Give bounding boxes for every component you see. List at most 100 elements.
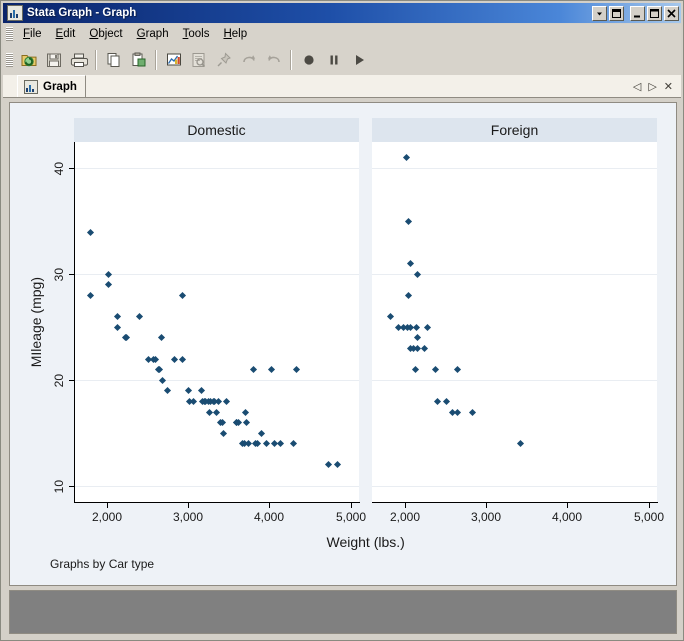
y-tick-label-40: 40 — [52, 161, 66, 175]
x-axis-line-0 — [74, 502, 360, 503]
graph-canvas-container[interactable]: Domestic 2,000 3,000 4,000 5,000 Foreign 2,000… — [9, 102, 677, 586]
x-axis-line-1 — [372, 502, 658, 503]
toolbar-grip[interactable] — [6, 52, 13, 67]
record-circle-icon — [303, 54, 314, 65]
toolbar-separator-3 — [290, 49, 292, 70]
stata-scatter-graph: Domestic 2,000 3,000 4,000 5,000 Foreign 2,000… — [10, 103, 676, 585]
plot-region-foreign — [372, 142, 657, 502]
x-tick-0-5000 — [351, 503, 352, 508]
gridline-y-30 — [74, 274, 359, 275]
copy-button[interactable] — [102, 48, 125, 71]
status-area — [9, 590, 677, 634]
toolbar — [3, 44, 681, 75]
paste-icon — [132, 52, 145, 66]
x-tick-0-2000 — [107, 503, 108, 508]
menu-edit[interactable]: Edit — [49, 26, 83, 42]
gridline-y-10 — [74, 486, 359, 487]
gridline-y-20 — [74, 380, 359, 381]
x-axis-title: Weight (lbs.) — [326, 534, 405, 550]
y-tick-40 — [69, 168, 74, 169]
title-bar: Stata Graph - Graph — [3, 3, 681, 23]
gridline-y-40 — [372, 168, 657, 169]
x-tick-1-4000 — [567, 503, 568, 508]
panel-header-foreign: Foreign — [372, 118, 657, 142]
restore-window-button[interactable] — [609, 5, 624, 21]
close-window-button[interactable] — [664, 5, 679, 21]
toolbar-separator-1 — [95, 49, 97, 70]
window-title: Stata Graph - Graph — [27, 7, 137, 19]
tab-strip: Graph ◁ ▷ ✕ — [3, 75, 681, 98]
print-button[interactable] — [67, 48, 90, 71]
undo-arrow-icon — [242, 54, 255, 62]
paste-button[interactable] — [127, 48, 150, 71]
gridline-y-10 — [372, 486, 657, 487]
menu-grip[interactable] — [6, 27, 13, 41]
x-tick-label-0-3000: 3,000 — [173, 510, 204, 524]
tab-strip-controls: ◁ ▷ ✕ — [633, 82, 681, 97]
menu-bar: File Edit Object Graph Tools Help — [3, 24, 681, 44]
object-browser-button[interactable] — [187, 48, 210, 71]
x-tick-1-2000 — [405, 503, 406, 508]
x-tick-1-3000 — [486, 503, 487, 508]
x-tick-0-3000 — [188, 503, 189, 508]
y-tick-20 — [69, 380, 74, 381]
menu-graph[interactable]: Graph — [130, 26, 176, 42]
pushpin-icon — [217, 51, 231, 66]
tab-graph-label: Graph — [43, 80, 77, 93]
window-menu-dropdown[interactable] — [592, 5, 607, 21]
y-axis-title: MIleage (mpg) — [28, 277, 44, 368]
menu-file[interactable]: File — [16, 26, 49, 42]
graph-editor-icon — [166, 53, 181, 65]
pause-button[interactable] — [322, 48, 345, 71]
redo-button[interactable] — [262, 48, 285, 71]
play-triangle-icon — [355, 54, 364, 65]
record-button[interactable] — [297, 48, 320, 71]
tab-graph[interactable]: Graph — [17, 75, 86, 97]
plot-region-domestic — [74, 142, 359, 502]
open-button[interactable] — [17, 48, 40, 71]
window-controls — [592, 5, 679, 21]
save-button[interactable] — [42, 48, 65, 71]
save-disk-icon — [46, 53, 61, 67]
x-tick-label-1-3000: 3,000 — [471, 510, 502, 524]
maximize-window-button[interactable] — [647, 5, 662, 21]
gridline-y-40 — [74, 168, 359, 169]
grid-edit-button[interactable] — [212, 48, 235, 71]
x-tick-label-1-5000: 5,000 — [634, 510, 665, 524]
menu-help[interactable]: Help — [216, 26, 254, 42]
tab-scroll-left-button[interactable]: ◁ — [633, 82, 641, 93]
graph-note: Graphs by Car type — [50, 557, 155, 571]
x-tick-label-0-4000: 4,000 — [254, 510, 285, 524]
y-tick-10 — [69, 486, 74, 487]
x-tick-1-5000 — [649, 503, 650, 508]
play-button[interactable] — [347, 48, 370, 71]
copy-icon — [107, 52, 119, 67]
y-axis-line — [74, 142, 75, 503]
x-tick-0-4000 — [269, 503, 270, 508]
minimize-window-button[interactable] — [630, 5, 645, 21]
y-tick-label-30: 30 — [52, 267, 66, 281]
undo-button[interactable] — [237, 48, 260, 71]
stata-graph-window: Stata Graph - Graph File Edit Object Gra… — [0, 0, 684, 641]
printer-icon — [70, 53, 88, 67]
gridline-y-20 — [372, 380, 657, 381]
menu-object[interactable]: Object — [82, 26, 129, 42]
open-folder-icon — [21, 54, 36, 66]
x-tick-label-1-2000: 2,000 — [390, 510, 421, 524]
panel-header-domestic: Domestic — [74, 118, 359, 142]
menu-tools[interactable]: Tools — [176, 26, 217, 42]
y-tick-30 — [69, 274, 74, 275]
redo-arrow-icon — [267, 54, 280, 62]
toolbar-separator-2 — [155, 49, 157, 70]
x-tick-label-0-5000: 5,000 — [336, 510, 367, 524]
graph-editor-button[interactable] — [162, 48, 185, 71]
x-tick-label-1-4000: 4,000 — [552, 510, 583, 524]
x-tick-label-0-2000: 2,000 — [92, 510, 123, 524]
graph-tab-icon — [24, 79, 38, 94]
pause-icon — [330, 55, 337, 64]
y-tick-label-20: 20 — [52, 373, 66, 387]
tab-close-button[interactable]: ✕ — [664, 82, 673, 93]
tab-scroll-right-button[interactable]: ▷ — [648, 82, 656, 93]
object-browser-icon — [192, 52, 205, 67]
y-tick-label-10: 10 — [52, 479, 66, 493]
